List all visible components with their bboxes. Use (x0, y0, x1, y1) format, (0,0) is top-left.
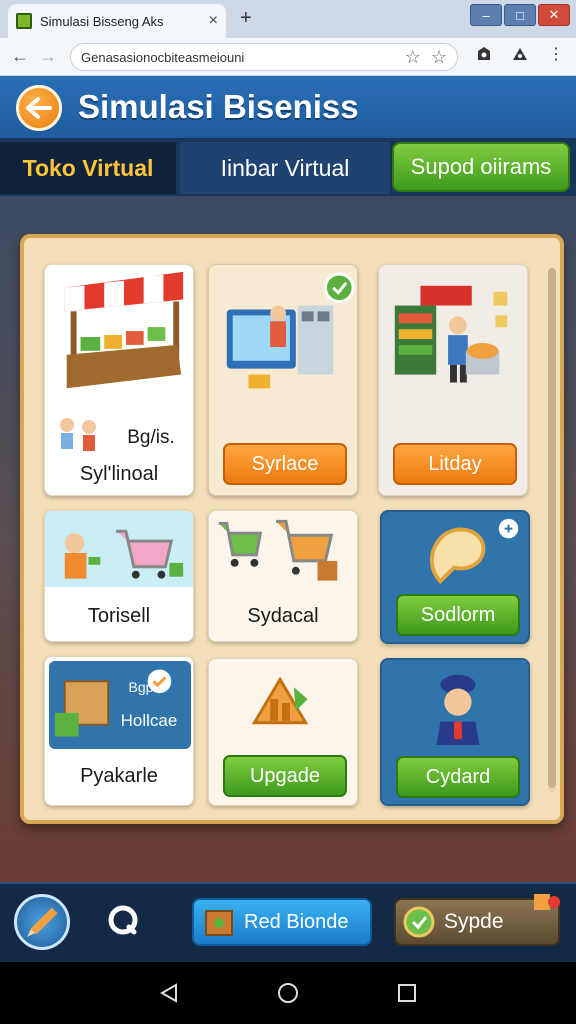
close-window-button[interactable]: ✕ (538, 4, 570, 26)
profile-icon[interactable] (510, 44, 530, 64)
page-title: Simulasi Biseniss (78, 88, 359, 125)
upgrade-arrow-icon (251, 676, 309, 725)
tab-toko-virtual[interactable]: Toko Virtual (0, 142, 176, 194)
address-bar: ← → Genasasionocbiteasmeiouni ☆ ☆ ⋮ (0, 38, 576, 76)
nav-home-icon[interactable] (275, 980, 301, 1006)
menu-dots-icon[interactable]: ⋮ (546, 44, 566, 64)
tab-supod-button[interactable]: Supod oiirams (392, 142, 570, 192)
pencil-icon (27, 907, 58, 937)
sypde-button[interactable]: Sypde (394, 894, 560, 946)
back-button[interactable] (16, 85, 62, 131)
favorite-star-icon[interactable]: ☆ (431, 47, 447, 68)
card-stall[interactable]: Bg/is. Syl'linoal (44, 264, 194, 496)
tab-iinbar-virtual[interactable]: Iinbar Virtual (180, 142, 390, 194)
computer-shop-icon (226, 272, 355, 389)
seller-cart-icon (64, 529, 184, 579)
syrlace-button[interactable]: Syrlace (223, 443, 347, 485)
upgade-button[interactable]: Upgade (223, 755, 347, 797)
url-text: Genasasionocbiteasmeiouni (81, 49, 245, 65)
card-boxes-tag-bottom: Hollcae (120, 711, 178, 730)
scrollbar-thumb[interactable] (548, 268, 556, 788)
card-store[interactable]: Litday (378, 264, 528, 496)
extension-icon[interactable] (474, 44, 494, 64)
staff-icon (436, 674, 480, 745)
card-boxes-tag-top: Bgp (128, 679, 154, 695)
browser-tab-bar: Simulasi Bisseng Aks × + – □ ✕ (0, 0, 576, 38)
card-stall-label-top: Bg/is. (127, 427, 175, 448)
box-icon (205, 910, 233, 936)
cydard-button[interactable]: Cydard (396, 756, 520, 798)
tab-row: Toko Virtual Iinbar Virtual Supod oiiram… (0, 138, 576, 196)
shopping-carts-icon (218, 519, 338, 581)
check-coin-icon (403, 906, 435, 938)
tab-title: Simulasi Bisseng Aks (40, 13, 164, 29)
card-stall-label: Syl'linoal (79, 463, 159, 485)
litday-button[interactable]: Litday (393, 443, 517, 485)
tab-close-icon[interactable]: × (209, 12, 218, 30)
avatar[interactable] (14, 894, 70, 950)
card-upgrade[interactable]: Upgade (208, 658, 358, 806)
new-tab-icon[interactable]: + (240, 7, 252, 30)
search-icon (108, 905, 138, 935)
back-arrow-icon[interactable]: ← (6, 46, 34, 67)
forward-arrow-icon[interactable]: → (34, 46, 62, 67)
browser-tab[interactable]: Simulasi Bisseng Aks × (8, 4, 226, 38)
favicon-icon (16, 13, 32, 29)
sodlorm-button[interactable]: Sodlorm (396, 594, 520, 636)
red-bionde-label: Red Bionde (244, 910, 349, 933)
card-boxes[interactable]: Bgp Hollcae Pyakarle (44, 656, 194, 806)
panel-scrollbar[interactable] (548, 268, 556, 792)
sypde-label: Sypde (444, 910, 504, 933)
boxes-icon (54, 669, 172, 737)
left-arrow-icon (26, 97, 52, 119)
window-controls: – □ ✕ (470, 4, 570, 26)
card-boxes-label: Pyakarle (80, 765, 158, 787)
badge-icon (534, 894, 560, 910)
lightbulb-icon (429, 518, 519, 584)
search-button[interactable] (100, 898, 146, 944)
card-seller-label: Torisell (87, 605, 151, 627)
nav-recents-icon[interactable] (394, 980, 420, 1006)
bookmark-star-icon[interactable]: ☆ (405, 47, 421, 68)
market-stall-icon (64, 271, 184, 389)
android-nav-bar (0, 962, 576, 1024)
card-carts-label: Sydacal (247, 605, 319, 627)
red-bionde-button[interactable]: Red Bionde (192, 898, 372, 946)
url-field[interactable]: Genasasionocbiteasmeiouni ☆ ☆ (70, 43, 458, 71)
card-staff[interactable]: Cydard (380, 658, 530, 806)
minimize-button[interactable]: – (470, 4, 502, 26)
card-seller[interactable]: Torisell (44, 510, 194, 642)
nav-back-icon[interactable] (156, 980, 182, 1006)
card-computer[interactable]: Syrlace (208, 264, 358, 496)
app-header: Simulasi Biseniss (0, 76, 576, 138)
bottom-bar: Red Bionde Sypde (0, 882, 576, 962)
supermarket-icon (394, 285, 508, 383)
card-carts[interactable]: Sydacal (208, 510, 358, 642)
card-lightbulb[interactable]: Sodlorm (380, 510, 530, 644)
maximize-button[interactable]: □ (504, 4, 536, 26)
